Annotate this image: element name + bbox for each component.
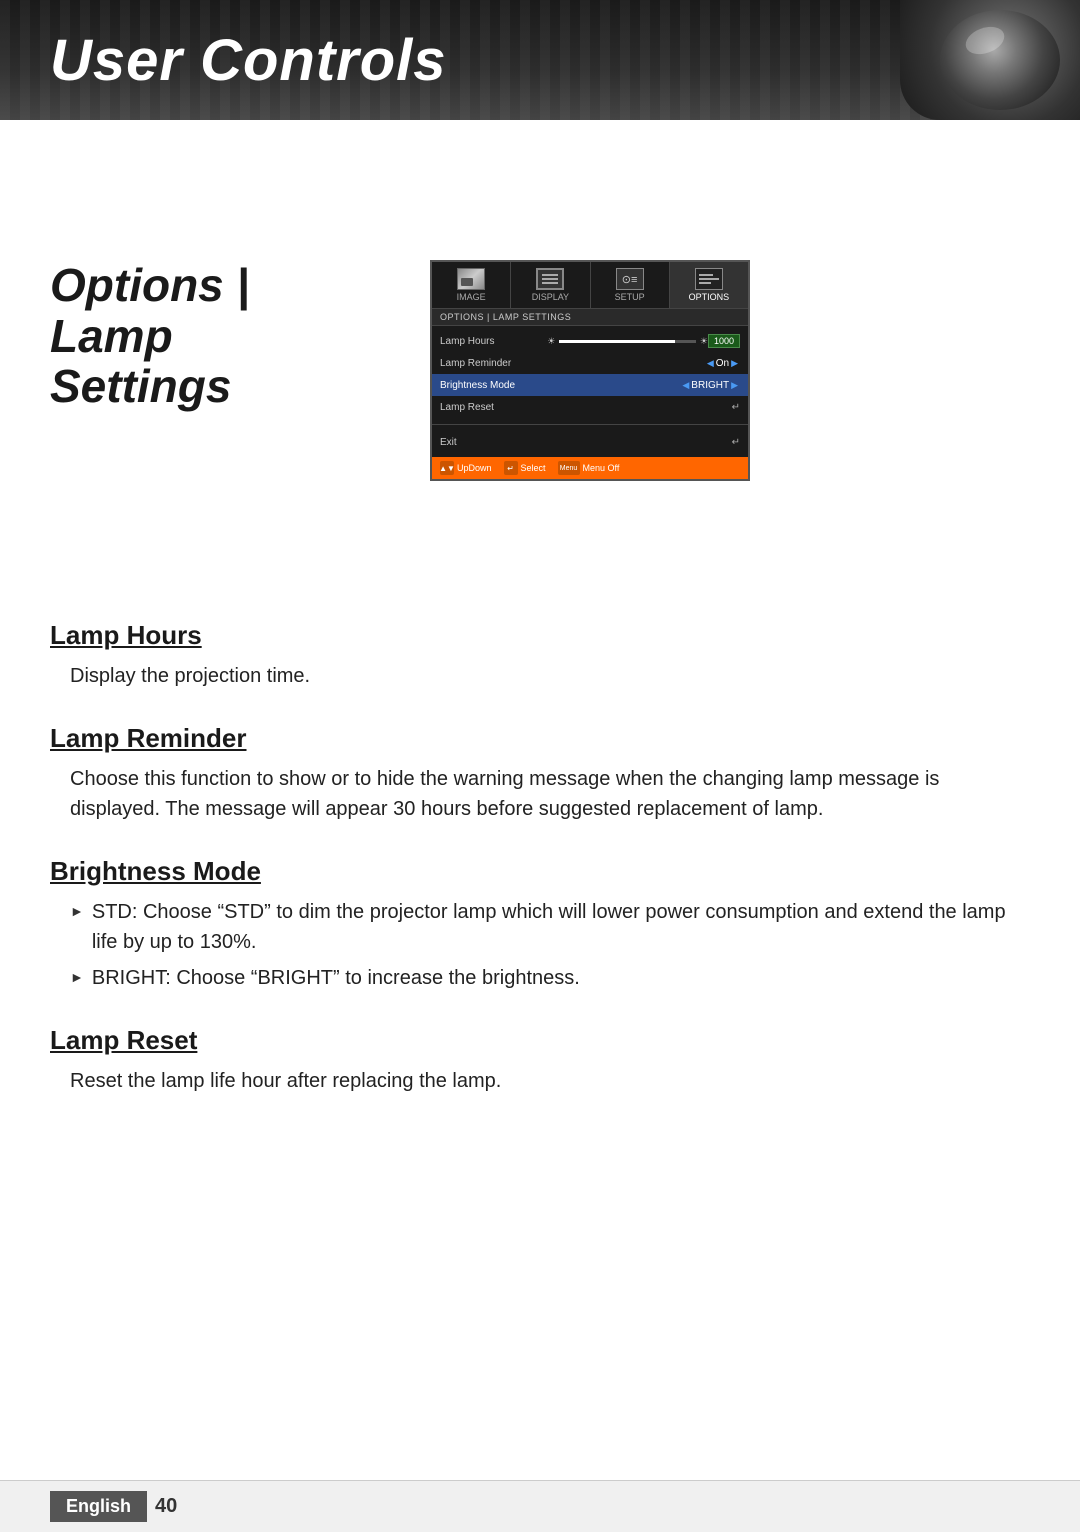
arrow-right-brightness-icon: ▶: [731, 380, 738, 391]
footer-page-number: 40: [155, 1495, 177, 1518]
body-content: Lamp Hours Display the projection time. …: [0, 620, 1080, 1096]
osd-nav-bar: ▲▼ UpDown ↵ Select Menu Menu Off: [432, 457, 748, 479]
osd-tabs: IMAGE DISPLAY ⊙≡ SETUP O: [432, 262, 748, 309]
lamp-reminder-body: Choose this function to show or to hide …: [50, 764, 1030, 824]
nav-updown: ▲▼ UpDown: [440, 461, 492, 475]
slider-fill: [559, 340, 675, 343]
page-title: User Controls: [50, 27, 447, 94]
tab-display[interactable]: DISPLAY: [511, 262, 590, 308]
arrow-right-icon: ▶: [731, 358, 738, 369]
osd-row-lamp-reminder[interactable]: Lamp Reminder ◀ On ▶: [432, 352, 748, 374]
exit-enter-icon: ↵: [732, 437, 740, 448]
section-lamp-reminder: Lamp Reminder Choose this function to sh…: [50, 723, 1030, 824]
lamp-hours-heading: Lamp Hours: [50, 620, 1030, 651]
section-lamp-hours: Lamp Hours Display the projection time.: [50, 620, 1030, 691]
display-tab-icon: [536, 268, 564, 290]
image-tab-icon: [457, 268, 485, 290]
nav-select: ↵ Select: [504, 461, 546, 475]
lamp-reset-heading: Lamp Reset: [50, 1025, 1030, 1056]
page-subtitle: Options | Lamp Settings: [50, 260, 330, 412]
updown-icon: ▲▼: [440, 461, 454, 475]
main-content: Options | Lamp Settings IMAGE DISPLAY ⊙≡: [0, 120, 1080, 180]
list-item: ► BRIGHT: Choose “BRIGHT” to increase th…: [70, 963, 1030, 993]
lamp-hours-slider: ☀ ☀: [547, 336, 708, 347]
arrow-left-brightness-icon: ◀: [682, 380, 689, 391]
nav-menu-off: Menu Menu Off: [558, 461, 620, 475]
brightness-mode-bullets: ► STD: Choose “STD” to dim the projector…: [50, 897, 1030, 993]
footer: English 40: [0, 1480, 1080, 1532]
options-tab-icon: [695, 268, 723, 290]
menu-divider: [432, 424, 748, 425]
bullet-arrow-icon: ►: [70, 901, 84, 922]
header: User Controls: [0, 0, 1080, 120]
menu-icon: Menu: [558, 461, 580, 475]
lamp-reminder-heading: Lamp Reminder: [50, 723, 1030, 754]
tab-image[interactable]: IMAGE: [432, 262, 511, 308]
osd-panel: IMAGE DISPLAY ⊙≡ SETUP O: [430, 260, 750, 481]
lamp-hours-body: Display the projection time.: [50, 661, 1030, 691]
section-lamp-reset: Lamp Reset Reset the lamp life hour afte…: [50, 1025, 1030, 1096]
footer-language: English: [50, 1491, 147, 1522]
sun-right-icon: ☀: [700, 336, 708, 347]
bullet-arrow-icon: ►: [70, 967, 84, 988]
lens-shine: [962, 22, 1008, 59]
list-item: ► STD: Choose “STD” to dim the projector…: [70, 897, 1030, 957]
osd-row-lamp-hours[interactable]: Lamp Hours ☀ ☀ 1000: [432, 330, 748, 352]
tab-setup[interactable]: ⊙≡ SETUP: [591, 262, 670, 308]
osd-row-exit[interactable]: Exit ↵: [432, 431, 748, 453]
osd-breadcrumb: OPTIONS | LAMP SETTINGS: [432, 309, 748, 326]
osd-menu: Lamp Hours ☀ ☀ 1000 Lamp Reminder ◀ On ▶: [432, 326, 748, 457]
osd-row-brightness-mode[interactable]: Brightness Mode ◀ BRIGHT ▶: [432, 374, 748, 396]
select-icon: ↵: [504, 461, 518, 475]
lens-decoration: [900, 0, 1080, 120]
enter-icon: ↵: [732, 402, 740, 413]
left-title-block: Options | Lamp Settings: [50, 260, 330, 412]
osd-row-lamp-reset[interactable]: Lamp Reset ↵: [432, 396, 748, 418]
lamp-reset-body: Reset the lamp life hour after replacing…: [50, 1066, 1030, 1096]
slider-track: [559, 340, 696, 343]
section-brightness-mode: Brightness Mode ► STD: Choose “STD” to d…: [50, 856, 1030, 993]
lens-inner: [940, 10, 1060, 110]
sun-left-icon: ☀: [547, 336, 555, 347]
arrow-left-icon: ◀: [707, 358, 714, 369]
brightness-mode-heading: Brightness Mode: [50, 856, 1030, 887]
tab-options[interactable]: OPTIONS: [670, 262, 748, 308]
setup-tab-icon: ⊙≡: [616, 268, 644, 290]
